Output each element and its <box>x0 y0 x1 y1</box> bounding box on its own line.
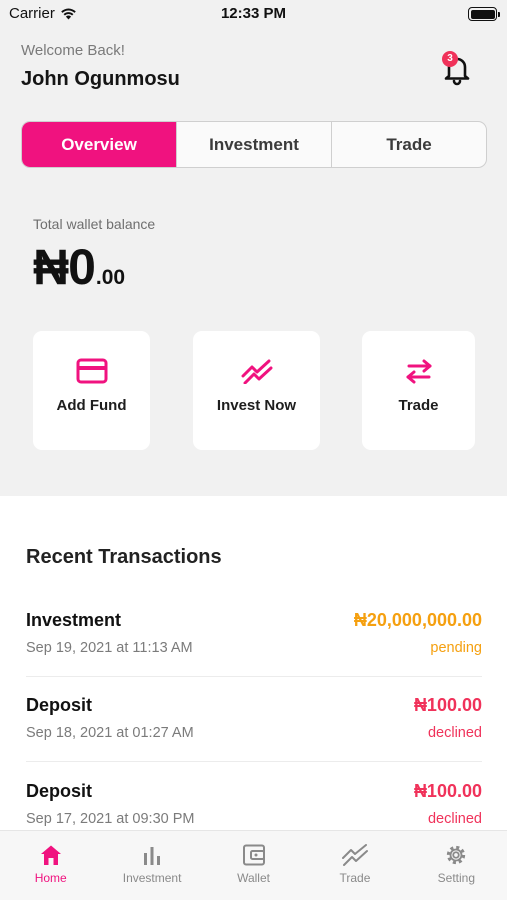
transaction-status: declined <box>427 811 482 827</box>
recent-transactions-title: Recent Transactions <box>26 546 222 568</box>
clock: 12:33 PM <box>220 5 287 22</box>
tab-trade[interactable]: Trade <box>331 122 486 167</box>
wallet-icon <box>242 844 265 866</box>
transaction-date: Sep 17, 2021 at 09:30 PM <box>26 811 195 827</box>
notification-badge: 3 <box>442 51 458 67</box>
add-fund-button[interactable]: Add Fund <box>33 331 150 450</box>
segmented-tabs: Overview Investment Trade <box>21 121 487 168</box>
divider <box>26 761 482 762</box>
trending-up-icon <box>241 359 272 384</box>
wallet-balance-label: Total wallet balance <box>33 216 156 232</box>
tabbar-investment-label: Investment <box>122 871 182 885</box>
tabbar-investment[interactable]: Investment <box>101 831 202 900</box>
transaction-status: declined <box>427 725 482 741</box>
transaction-row[interactable]: Investment Sep 19, 2021 at 11:13 AM ₦20,… <box>26 610 482 696</box>
transaction-row[interactable]: Deposit Sep 18, 2021 at 01:27 AM ₦100.00… <box>26 695 482 781</box>
invest-now-label: Invest Now <box>216 397 297 414</box>
balance-cents: .00 <box>95 266 126 289</box>
balance-main: ₦0 <box>33 239 96 295</box>
tabbar-wallet[interactable]: Wallet <box>203 831 304 900</box>
transaction-date: Sep 19, 2021 at 11:13 AM <box>26 640 193 656</box>
battery-icon <box>468 7 500 21</box>
tabbar-wallet-label: Wallet <box>237 871 270 885</box>
trade-button[interactable]: Trade <box>362 331 475 450</box>
transaction-status: pending <box>430 640 482 656</box>
invest-now-button[interactable]: Invest Now <box>193 331 320 450</box>
tabbar-trade[interactable]: Trade <box>304 831 405 900</box>
user-name: John Ogunmosu <box>21 68 180 90</box>
wallet-balance: ₦0 .00 <box>33 238 125 296</box>
gear-icon <box>447 845 466 865</box>
transaction-title: Investment <box>26 610 122 630</box>
transaction-amount: ₦20,000,000.00 <box>353 610 482 630</box>
tabbar-home[interactable]: Home <box>0 831 101 900</box>
credit-card-icon <box>76 358 107 384</box>
transaction-amount: ₦100.00 <box>413 781 482 801</box>
transaction-amount: ₦100.00 <box>413 695 482 715</box>
tabbar-trade-label: Trade <box>339 871 371 885</box>
tab-overview[interactable]: Overview <box>22 122 176 167</box>
transaction-date: Sep 18, 2021 at 01:27 AM <box>26 725 194 741</box>
home-icon <box>40 845 61 865</box>
status-bar: Carrier 12:33 PM <box>0 0 507 30</box>
tabbar-home-label: Home <box>34 871 67 885</box>
divider <box>26 676 482 677</box>
trending-icon <box>341 844 368 866</box>
tabbar-setting[interactable]: Setting <box>406 831 507 900</box>
transaction-title: Deposit <box>26 781 93 801</box>
transaction-title: Deposit <box>26 695 93 715</box>
tab-investment[interactable]: Investment <box>176 122 331 167</box>
tabbar-setting-label: Setting <box>437 871 475 885</box>
bar-chart-icon <box>144 847 161 865</box>
welcome-text: Welcome Back! <box>21 42 125 59</box>
bottom-tab-bar: Home Investment Wallet Trade Setting <box>0 830 507 900</box>
swap-arrows-icon <box>406 359 431 384</box>
add-fund-label: Add Fund <box>56 397 127 414</box>
trade-label: Trade <box>398 397 439 414</box>
